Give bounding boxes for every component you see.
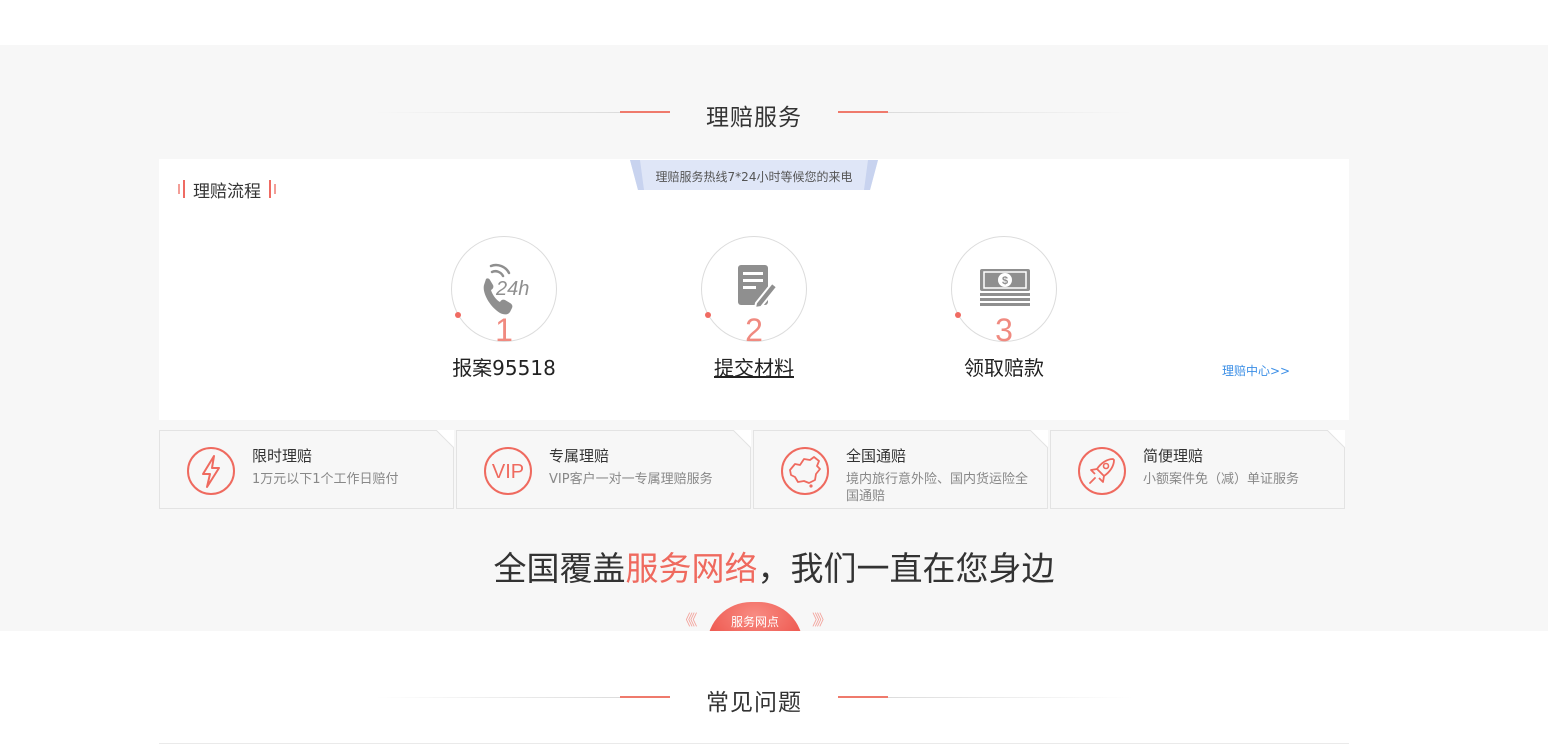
document-edit-icon: [726, 259, 784, 317]
outlets-clip: 《《 服务网点 》》: [676, 602, 836, 631]
faq-divider: [159, 743, 1349, 744]
step-2-number: 2: [745, 312, 763, 348]
step-dot: [705, 312, 711, 318]
feature-desc: VIP客户一对一专属理赔服务: [549, 472, 713, 487]
feature-card-nationwide: 全国通赔 境内旅行意外险、国内货运险全国通赔: [753, 430, 1048, 509]
feature-card-timely: 限时理赔 1万元以下1个工作日赔付: [159, 430, 454, 509]
step-3-number: 3: [995, 312, 1013, 348]
step-1-label: 报案95518: [452, 356, 556, 380]
service-outlets-label: 服务网点: [730, 615, 779, 629]
step-dot: [955, 312, 961, 318]
feature-desc: 境内旅行意外险、国内货运险全国通赔: [846, 472, 1029, 504]
section-title: 理赔服务: [706, 105, 802, 131]
heading-accent-right: [838, 111, 888, 113]
chevron-left-icon: 《《: [678, 611, 697, 629]
faq-section-heading: 常见问题: [0, 677, 1548, 717]
coverage-prefix: 全国覆盖: [493, 549, 626, 588]
lightning-icon: [186, 446, 236, 496]
step-dot: [455, 312, 461, 318]
claims-section-heading: 理赔服务: [0, 92, 1548, 132]
card-corner-fold: [1327, 430, 1345, 448]
vip-icon: VIP: [483, 446, 533, 496]
hotline-text: 理赔服务热线7*24小时等候您的来电: [655, 170, 853, 184]
china-map-icon: [780, 446, 830, 496]
bars-left-icon: [178, 179, 185, 199]
service-outlets-button[interactable]: 服务网点: [707, 602, 803, 631]
process-title: 理赔流程: [178, 178, 276, 202]
card-corner-fold: [436, 430, 454, 448]
svg-text:24h: 24h: [495, 278, 529, 300]
feature-desc: 小额案件免（减）单证服务: [1143, 472, 1300, 487]
money-stack-icon: $: [976, 259, 1034, 317]
svg-text:VIP: VIP: [492, 461, 524, 483]
feature-title: 限时理赔: [252, 447, 313, 465]
feature-desc: 1万元以下1个工作日赔付: [252, 472, 399, 487]
feature-title: 专属理赔: [549, 447, 610, 465]
coverage-slogan: 全国覆盖服务网络，我们一直在您身边: [0, 542, 1548, 590]
heading-divider-right: [888, 112, 1133, 113]
chevron-right-icon: 》》: [812, 611, 831, 629]
process-title-label: 理赔流程: [193, 181, 261, 202]
coverage-highlight: 服务网络: [625, 549, 758, 588]
feature-title: 简便理赔: [1143, 447, 1204, 465]
bars-right-icon: [269, 179, 276, 199]
card-corner-fold: [733, 430, 751, 448]
step-2-link[interactable]: 提交材料: [669, 352, 839, 381]
rocket-icon: [1077, 446, 1127, 496]
coverage-suffix: ，我们一直在您身边: [757, 549, 1055, 588]
phone-24h-icon: 24h: [476, 259, 534, 317]
service-outlets-widget: 《《 服务网点 》》: [676, 602, 836, 632]
heading-divider-right: [888, 697, 1133, 698]
hotline-banner: 理赔服务热线7*24小时等候您的来电: [630, 160, 878, 190]
heading-divider-left: [375, 697, 620, 698]
heading-divider-left: [375, 112, 620, 113]
feature-title: 全国通赔: [846, 447, 907, 465]
claims-center-link[interactable]: 理赔中心>>: [1222, 362, 1290, 379]
heading-accent-right: [838, 696, 888, 698]
svg-text:$: $: [1002, 275, 1008, 287]
step-3-label: 领取赔款: [964, 356, 1044, 380]
card-corner-fold: [1030, 430, 1048, 448]
feature-card-simple: 简便理赔 小额案件免（减）单证服务: [1050, 430, 1345, 509]
step-1-number: 1: [495, 312, 513, 348]
feature-card-vip: VIP 专属理赔 VIP客户一对一专属理赔服务: [456, 430, 751, 509]
faq-title: 常见问题: [706, 690, 802, 716]
